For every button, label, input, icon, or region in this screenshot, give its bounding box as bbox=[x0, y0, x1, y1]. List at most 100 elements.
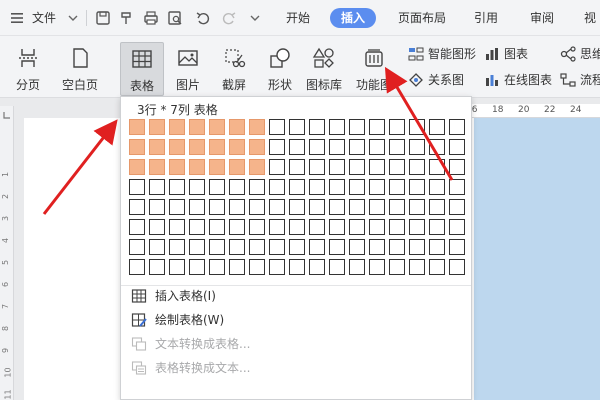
table-grid-cell[interactable] bbox=[249, 139, 265, 155]
table-grid-cell[interactable] bbox=[149, 179, 165, 195]
table-grid-cell[interactable] bbox=[129, 119, 145, 135]
table-grid-cell[interactable] bbox=[129, 179, 145, 195]
table-grid-cell[interactable] bbox=[349, 239, 365, 255]
table-grid-cell[interactable] bbox=[309, 159, 325, 175]
table-grid-cell[interactable] bbox=[209, 219, 225, 235]
table-grid-cell[interactable] bbox=[409, 119, 425, 135]
table-grid-cell[interactable] bbox=[409, 159, 425, 175]
table-grid-cell[interactable] bbox=[229, 199, 245, 215]
table-grid-cell[interactable] bbox=[149, 259, 165, 275]
table-grid-cell[interactable] bbox=[209, 259, 225, 275]
table-grid-cell[interactable] bbox=[449, 219, 465, 235]
table-grid-cell[interactable] bbox=[249, 179, 265, 195]
table-grid-cell[interactable] bbox=[149, 239, 165, 255]
picture-button[interactable]: 图片 bbox=[166, 42, 210, 96]
table-grid-cell[interactable] bbox=[229, 179, 245, 195]
table-grid-cell[interactable] bbox=[329, 219, 345, 235]
table-grid-cell[interactable] bbox=[229, 259, 245, 275]
table-grid-cell[interactable] bbox=[169, 119, 185, 135]
undo-icon[interactable] bbox=[194, 9, 212, 27]
table-grid-cell[interactable] bbox=[169, 239, 185, 255]
chevron-down-icon[interactable] bbox=[64, 9, 82, 27]
print-preview-icon[interactable] bbox=[166, 9, 184, 27]
table-grid-cell[interactable] bbox=[449, 159, 465, 175]
table-grid-cell[interactable] bbox=[429, 119, 445, 135]
table-grid-cell[interactable] bbox=[269, 139, 285, 155]
table-grid-cell[interactable] bbox=[129, 199, 145, 215]
table-grid-cell[interactable] bbox=[429, 159, 445, 175]
table-grid-cell[interactable] bbox=[389, 159, 405, 175]
table-grid-cell[interactable] bbox=[269, 239, 285, 255]
table-grid-cell[interactable] bbox=[229, 219, 245, 235]
table-grid-cell[interactable] bbox=[389, 219, 405, 235]
table-grid-cell[interactable] bbox=[429, 139, 445, 155]
table-grid-cell[interactable] bbox=[169, 179, 185, 195]
blank-page-button[interactable]: 空白页 bbox=[52, 42, 108, 96]
table-grid-cell[interactable] bbox=[449, 259, 465, 275]
tab-page-layout[interactable]: 页面布局 bbox=[390, 0, 454, 36]
table-grid-cell[interactable] bbox=[189, 139, 205, 155]
mindmap-button[interactable]: 思维 bbox=[560, 44, 600, 64]
table-grid-cell[interactable] bbox=[309, 219, 325, 235]
table-grid-cell[interactable] bbox=[409, 219, 425, 235]
table-grid-cell[interactable] bbox=[209, 119, 225, 135]
tab-view[interactable]: 视 bbox=[578, 0, 600, 36]
table-grid-cell[interactable] bbox=[169, 259, 185, 275]
table-grid-cell[interactable] bbox=[149, 199, 165, 215]
table-grid-cell[interactable] bbox=[229, 139, 245, 155]
table-grid-cell[interactable] bbox=[369, 239, 385, 255]
more-chevron-icon[interactable] bbox=[246, 9, 264, 27]
table-grid-cell[interactable] bbox=[129, 259, 145, 275]
function-chart-button[interactable]: 功能图 bbox=[350, 42, 398, 96]
table-grid-cell[interactable] bbox=[209, 199, 225, 215]
table-grid-cell[interactable] bbox=[409, 259, 425, 275]
table-grid-cell[interactable] bbox=[389, 239, 405, 255]
tab-insert[interactable]: 插入 bbox=[330, 8, 376, 28]
table-grid-cell[interactable] bbox=[249, 199, 265, 215]
table-grid-cell[interactable] bbox=[369, 179, 385, 195]
table-grid-cell[interactable] bbox=[289, 179, 305, 195]
insert-table-item[interactable]: 插入表格(I) bbox=[131, 285, 216, 307]
table-grid-cell[interactable] bbox=[329, 179, 345, 195]
save-icon[interactable] bbox=[94, 9, 112, 27]
table-grid-cell[interactable] bbox=[289, 259, 305, 275]
table-grid-cell[interactable] bbox=[169, 219, 185, 235]
tab-review[interactable]: 审阅 bbox=[522, 0, 562, 36]
table-grid-cell[interactable] bbox=[369, 259, 385, 275]
table-grid-cell[interactable] bbox=[369, 219, 385, 235]
table-grid-cell[interactable] bbox=[209, 179, 225, 195]
table-grid-cell[interactable] bbox=[129, 239, 145, 255]
table-grid-cell[interactable] bbox=[149, 139, 165, 155]
table-grid-cell[interactable] bbox=[269, 159, 285, 175]
table-grid-cell[interactable] bbox=[309, 119, 325, 135]
table-grid-cell[interactable] bbox=[349, 159, 365, 175]
table-grid-cell[interactable] bbox=[329, 119, 345, 135]
tab-home[interactable]: 开始 bbox=[278, 0, 318, 36]
table-grid-cell[interactable] bbox=[249, 159, 265, 175]
table-grid-cell[interactable] bbox=[129, 139, 145, 155]
table-grid-cell[interactable] bbox=[369, 119, 385, 135]
table-grid-cell[interactable] bbox=[169, 139, 185, 155]
redo-icon[interactable] bbox=[220, 9, 238, 27]
table-grid-cell[interactable] bbox=[309, 239, 325, 255]
table-grid-cell[interactable] bbox=[449, 139, 465, 155]
table-grid-cell[interactable] bbox=[189, 219, 205, 235]
table-grid-cell[interactable] bbox=[389, 199, 405, 215]
table-grid-cell[interactable] bbox=[329, 259, 345, 275]
table-grid-cell[interactable] bbox=[289, 119, 305, 135]
table-grid-cell[interactable] bbox=[329, 239, 345, 255]
table-grid-cell[interactable] bbox=[289, 159, 305, 175]
table-grid-cell[interactable] bbox=[149, 119, 165, 135]
table-grid-cell[interactable] bbox=[269, 219, 285, 235]
table-grid-cell[interactable] bbox=[269, 119, 285, 135]
shapes-button[interactable]: 形状 bbox=[258, 42, 302, 96]
table-grid-cell[interactable] bbox=[129, 159, 145, 175]
table-grid-cell[interactable] bbox=[409, 239, 425, 255]
table-grid-cell[interactable] bbox=[349, 199, 365, 215]
file-menu[interactable]: 文件 bbox=[32, 0, 56, 36]
draw-table-item[interactable]: 绘制表格(W) bbox=[131, 309, 224, 331]
table-grid-cell[interactable] bbox=[349, 119, 365, 135]
table-grid-cell[interactable] bbox=[389, 139, 405, 155]
screenshot-button[interactable]: 截屏 bbox=[212, 42, 256, 96]
icon-library-button[interactable]: 图标库 bbox=[302, 42, 346, 96]
